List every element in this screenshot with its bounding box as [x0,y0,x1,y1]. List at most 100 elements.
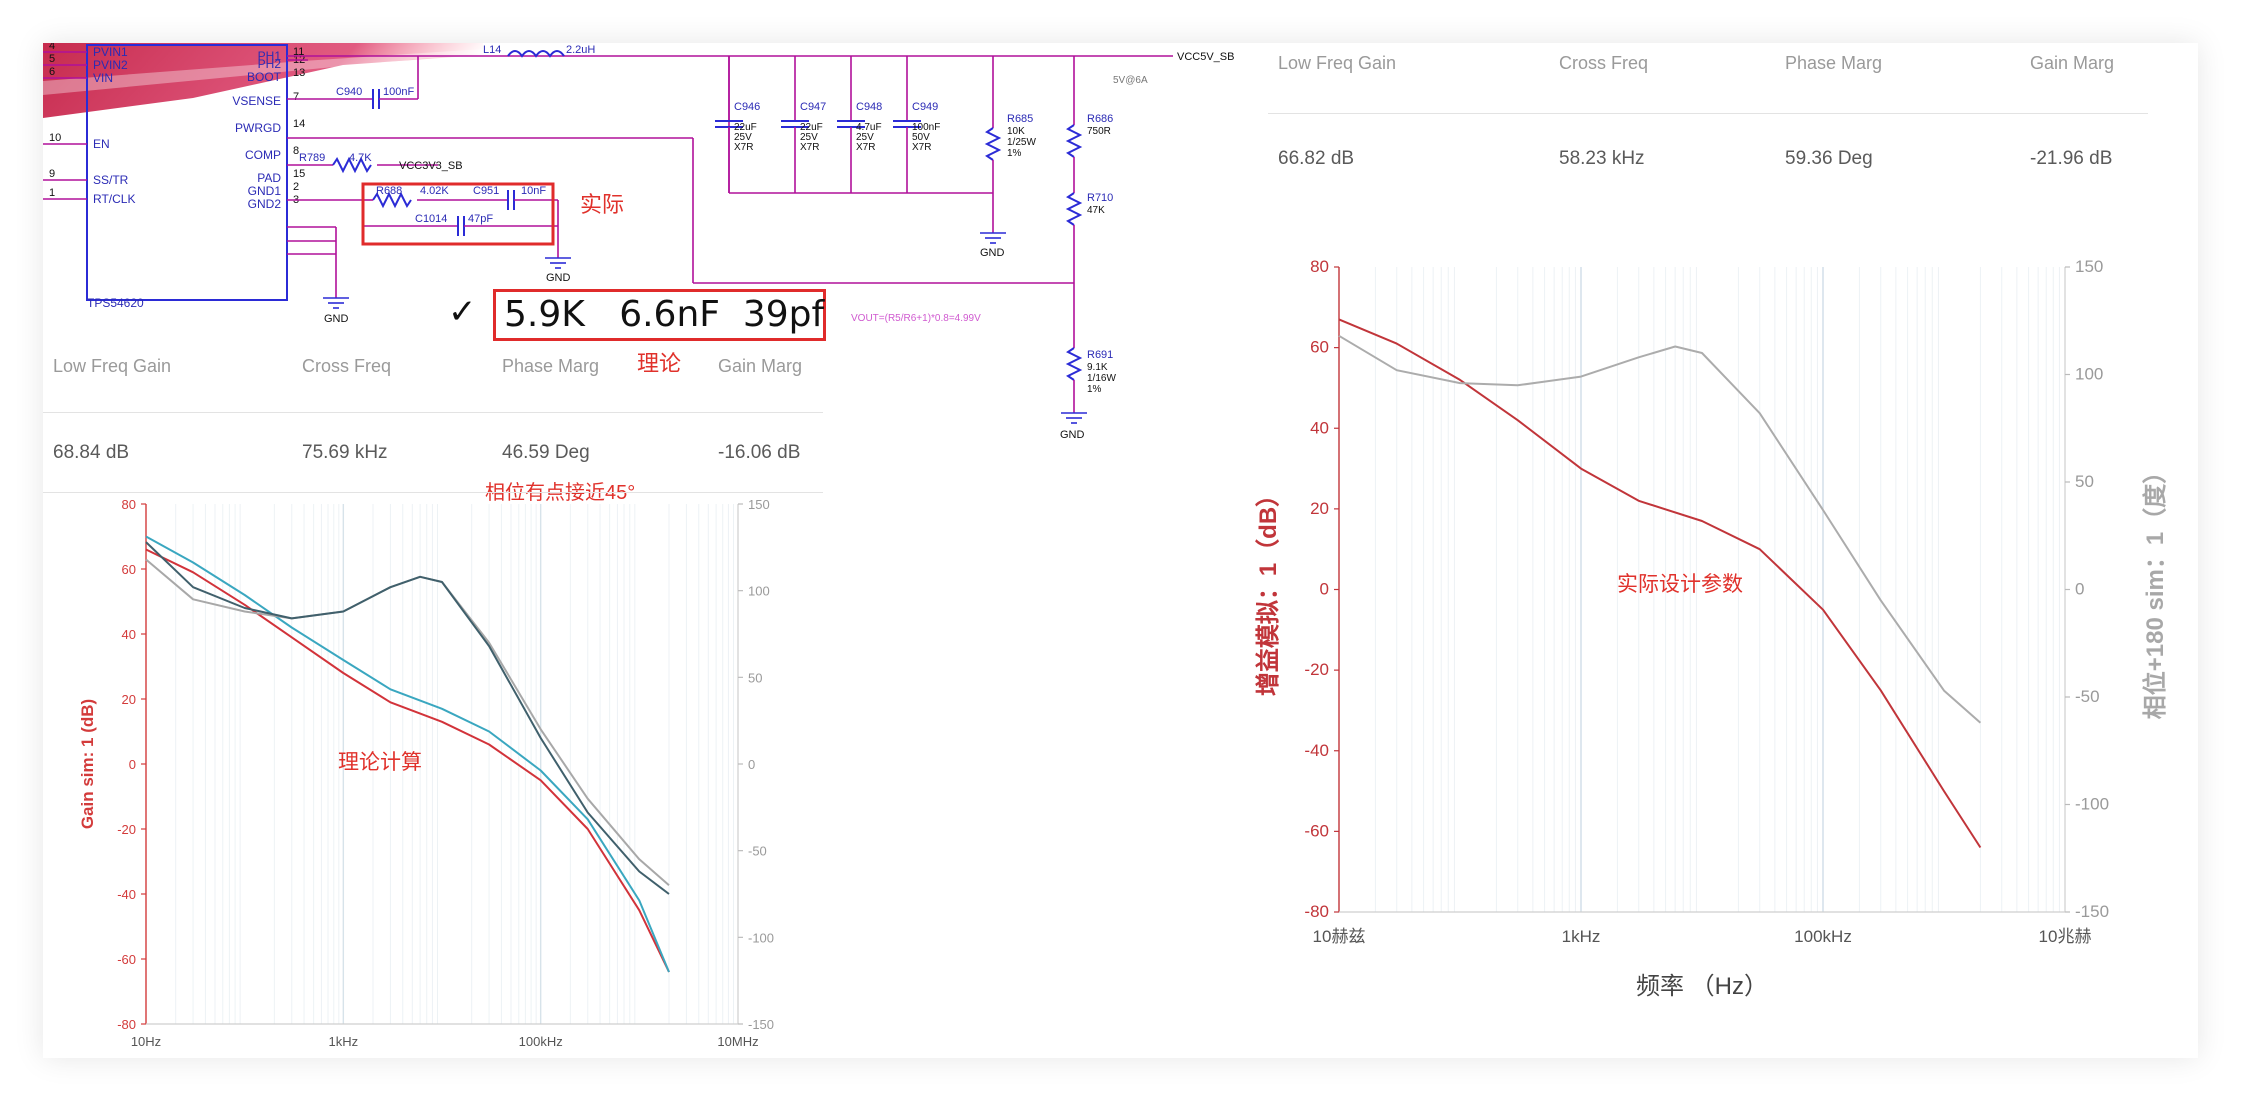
vcc5v-label: VCC5V_SB [1177,51,1234,63]
y-tick-label: 0 [129,757,136,772]
pin-name: RT/CLK [93,192,135,206]
svg-text:GND: GND [546,272,571,284]
vcc3v3-label: VCC3V3_SB [399,160,463,172]
pin-number: 6 [49,66,55,78]
pin-number: 13 [293,67,305,79]
y-tick-label: 40 [122,627,136,642]
actual-design-label: 实际设计参数 [1617,573,1743,596]
pin-number: 4 [49,43,55,52]
svg-text:750R: 750R [1087,126,1111,137]
left-value-phase-marg: 46.59 Deg [502,442,590,463]
pin-number: 14 [293,118,305,130]
cap-spec: X7R [734,142,753,153]
svg-text:1%: 1% [1007,148,1022,159]
right-value-low-freq-gain: 66.82 dB [1278,148,1355,169]
y-tick-label: -20 [117,822,136,837]
pin-name: BOOT [247,70,282,84]
y2-tick-label: -50 [2075,687,2100,706]
y-tick-label: -60 [1304,821,1329,840]
cap-ref: C948 [856,101,882,113]
svg-text:GND: GND [1060,429,1085,441]
x-tick-label: 10兆赫 [2039,927,2092,946]
series-line-3 [145,541,670,895]
pin-name: PH2 [258,57,282,71]
y2-tick-label: 100 [2075,365,2103,384]
svg-text:9.1K: 9.1K [1087,362,1108,373]
c940-ref: C940 [336,86,362,98]
left-header-cross-freq: Cross Freq [302,356,392,376]
y2-tick-label: 150 [748,497,770,512]
x-tick-label: 1kHz [329,1034,359,1049]
c940-value: 100nF [383,86,414,98]
l14-value: 2.2uH [566,44,595,56]
r710-ref: R710 [1087,192,1113,204]
r789-value: 4.7K [349,152,372,164]
cap-ref: C947 [800,101,826,113]
y-axis-title: 增益模拟：1（dB） [1254,483,1282,696]
y-tick-label: -80 [117,1017,136,1032]
y2-tick-label: 50 [748,670,762,685]
pin-name: SS/TR [93,173,129,187]
left-header-low-freq-gain: Low Freq Gain [53,356,172,376]
pin-name: PVIN2 [93,58,128,72]
cap-ref: C946 [734,101,760,113]
pin-number: 5 [49,53,55,65]
pin-name: EN [93,137,110,151]
pin-name: PVIN1 [93,45,128,59]
y-tick-label: 80 [122,497,136,512]
series-line-2 [145,558,670,887]
pin-name: PAD [257,171,281,185]
vout-formula: VOUT=(R5/R6+1)*0.8=4.99V [851,313,981,324]
r685-ref: R685 [1007,113,1033,125]
actual-label: 实际 [580,192,625,217]
left-stats-divider [43,412,823,413]
y2-tick-label: -100 [748,930,774,945]
y-tick-label: 60 [122,562,136,577]
r686-ref: R686 [1087,113,1113,125]
pin-name: PWRGD [235,121,281,135]
left-value-gain-marg: -16.06 dB [718,442,801,463]
ground-symbol [323,297,349,309]
left-value-cross-freq: 75.69 kHz [302,442,388,463]
pin-name: VIN [93,71,113,85]
y2-tick-label: 0 [2075,580,2084,599]
y-tick-label: -20 [1304,660,1329,679]
svg-text:10K: 10K [1007,126,1025,137]
pin-name: GND2 [248,197,282,211]
pin-name: VSENSE [232,94,281,108]
y-axis-title: Gain sim: 1 (dB) [78,699,97,829]
pin-number: 1 [49,187,55,199]
ic-name: TPS54620 [87,296,144,310]
pin-number: 2 [293,181,299,193]
y-tick-label: 80 [1310,257,1329,276]
r691-ref: R691 [1087,349,1113,361]
cap-spec: X7R [800,142,819,153]
cap-spec: X7R [912,142,931,153]
c1014-value: 47pF [468,213,493,225]
rail-note: 5V@6A [1113,75,1148,86]
pin-number: 9 [49,168,55,180]
right-value-cross-freq: 58.23 kHz [1559,148,1645,169]
y2-tick-label: -150 [748,1017,774,1032]
series-line-1 [1338,334,1982,724]
svg-text:47K: 47K [1087,205,1105,216]
y2-tick-label: -100 [2075,795,2109,814]
right-stats-divider [1268,113,2148,114]
pin-name: COMP [245,148,281,162]
ground-symbol [1061,412,1087,424]
right-header-cross-freq: Cross Freq [1559,53,1649,73]
x-tick-label: 100kHz [1794,927,1852,946]
x-axis-title: 频率 （Hz） [1636,973,1768,1000]
r688-value: 4.02K [420,185,449,197]
x-tick-label: 10赫兹 [1313,927,1366,946]
y-tick-label: 0 [1320,580,1329,599]
y2-tick-label: 50 [2075,472,2094,491]
svg-text:1%: 1% [1087,384,1102,395]
y-tick-label: 60 [1310,338,1329,357]
schematic: 4 PVIN15 PVIN26 VIN10 EN9 SS/TR1 RT/CLK PH1 11P… [43,43,1234,441]
right-header-low-freq-gain: Low Freq Gain [1278,53,1397,73]
svg-text:GND: GND [980,247,1005,259]
left-header-gain-marg: Gain Marg [718,356,803,376]
cap-spec: X7R [856,142,875,153]
pin-number: 10 [49,132,61,144]
